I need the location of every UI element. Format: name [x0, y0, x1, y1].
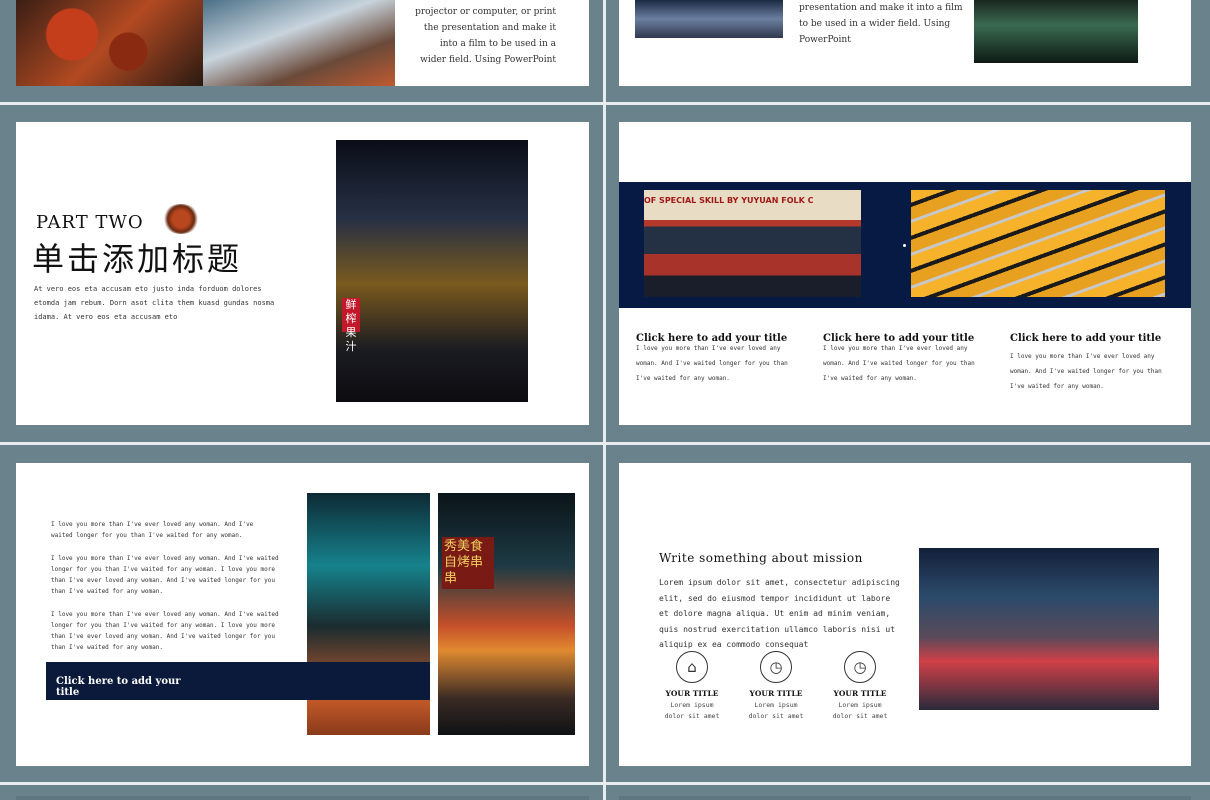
grill-stall-photo: 秀美食 自烤串串: [438, 493, 575, 735]
night-stall-photo: [974, 0, 1138, 63]
feature-text: Lorem ipsum dolor sit amet: [664, 701, 720, 720]
slide-thumbnail-4[interactable]: OF SPECIAL SKILL BY YUYUAN FOLK C Click …: [619, 122, 1191, 425]
feature-item-1: ⌂ YOUR TITLE Lorem ipsum dolor sit amet: [659, 651, 725, 722]
slide-thumbnail-2[interactable]: presentation and make it into a film to …: [619, 0, 1191, 86]
feature-title: YOUR TITLE: [833, 689, 887, 698]
dot-divider: [903, 244, 906, 247]
shopfront-photo: [635, 0, 783, 38]
part-label: PART TWO: [36, 212, 144, 233]
market-photo: [203, 0, 395, 86]
feature-title: YOUR TITLE: [749, 689, 803, 698]
column-3: Click here to add your title I love you …: [1010, 333, 1170, 394]
feature-title: YOUR TITLE: [665, 689, 719, 698]
slide-body-text: At vero eos eta accusam eto justo inda f…: [34, 285, 275, 321]
slide-title: 单击添加标题: [32, 240, 243, 278]
column-1: Click here to add your title I love you …: [636, 333, 796, 386]
sign-text: 秀美食 自烤串串: [442, 537, 494, 589]
paragraph-2: I love you more than I've ever loved any…: [51, 555, 279, 595]
column-body: I love you more than I've ever loved any…: [823, 345, 975, 382]
column-body: I love you more than I've ever loved any…: [636, 345, 788, 382]
food-dish-icon: [162, 204, 200, 234]
row-divider: [0, 102, 1210, 105]
column-divider: [603, 0, 606, 800]
column-title[interactable]: Click here to add your title: [1010, 333, 1170, 345]
night-market-photo: 鲜榨 果汁: [336, 140, 528, 402]
row-divider: [0, 782, 1210, 785]
clock-icon: ◷: [760, 651, 792, 683]
food-photo: [16, 0, 203, 86]
slide-body-text: projector or computer, or print the pres…: [415, 7, 556, 65]
temple-sign-photo: OF SPECIAL SKILL BY YUYUAN FOLK C: [644, 190, 861, 297]
paragraph-1: I love you more than I've ever loved any…: [51, 521, 254, 539]
column-body: I love you more than I've ever loved any…: [1010, 353, 1162, 390]
feature-text: Lorem ipsum dolor sit amet: [748, 701, 804, 720]
slide-thumbnail-8[interactable]: [619, 796, 1191, 800]
slide-body-text: presentation and make it into a film to …: [799, 3, 963, 45]
slide-thumbnail-5[interactable]: I love you more than I've ever loved any…: [16, 463, 589, 766]
clock-icon: ◷: [844, 651, 876, 683]
row-divider: [0, 442, 1210, 445]
slide-thumbnail-3[interactable]: PART TWO 单击添加标题 At vero eos eta accusam …: [16, 122, 589, 425]
slide-body-text: Lorem ipsum dolor sit amet, consectetur …: [659, 578, 900, 649]
sign-text: OF SPECIAL SKILL BY YUYUAN FOLK C: [644, 196, 814, 205]
slide-thumbnail-6[interactable]: Write something about mission Lorem ipsu…: [619, 463, 1191, 766]
feature-text: Lorem ipsum dolor sit amet: [832, 701, 888, 720]
feature-item-3: ◷ YOUR TITLE Lorem ipsum dolor sit amet: [827, 651, 893, 722]
night-street-photo: [919, 548, 1159, 710]
title-bar[interactable]: Click here to add your title: [46, 662, 430, 700]
bar-title: Click here to add your title: [56, 676, 181, 698]
column-2: Click here to add your title I love you …: [823, 333, 983, 386]
paragraph-3: I love you more than I've ever loved any…: [51, 611, 279, 651]
home-icon: ⌂: [676, 651, 708, 683]
slide-thumbnail-7[interactable]: [16, 796, 589, 800]
slide-thumbnail-1[interactable]: projector or computer, or print the pres…: [16, 0, 589, 86]
feature-item-2: ◷ YOUR TITLE Lorem ipsum dolor sit amet: [743, 651, 809, 722]
slide-title: Write something about mission: [659, 551, 863, 565]
knives-photo: [911, 190, 1165, 297]
